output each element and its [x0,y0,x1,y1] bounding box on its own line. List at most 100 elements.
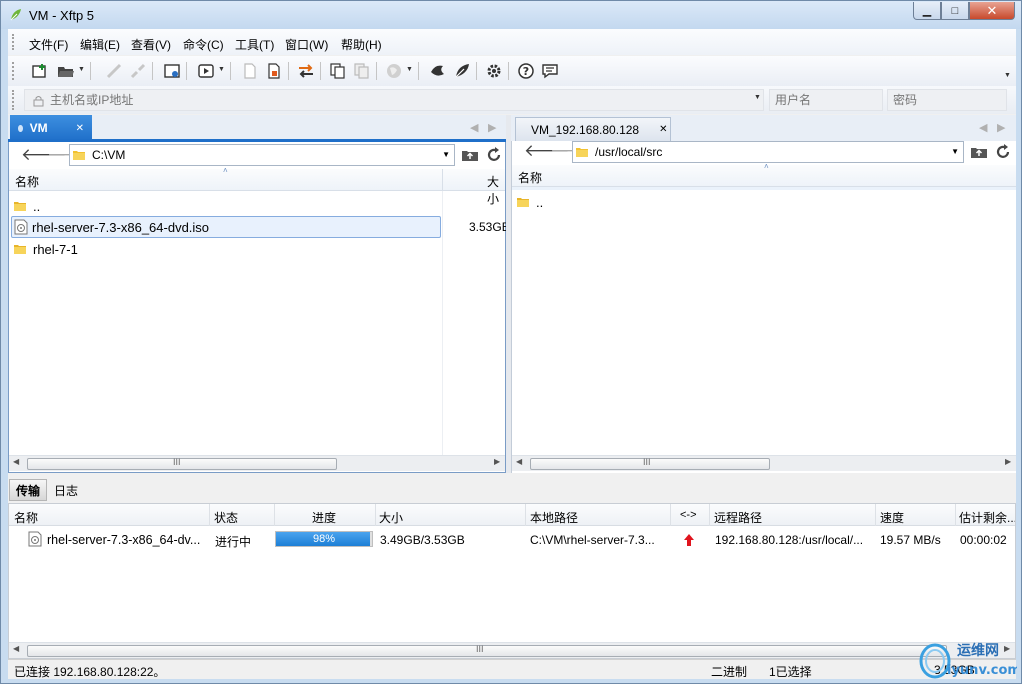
scroll-thumb[interactable]: III [530,457,770,470]
help-icon[interactable]: ? [516,61,536,81]
settings-gear-icon[interactable] [484,61,504,81]
properties-icon[interactable] [264,61,284,81]
column-divider[interactable] [274,504,275,526]
new-session-icon[interactable] [30,61,50,81]
xftp-new-icon[interactable] [452,61,472,81]
path-dropdown-icon[interactable]: ▼ [951,147,959,156]
menu-window[interactable]: 窗口(W) [285,36,328,53]
close-button[interactable]: ✕ [969,2,1015,20]
list-item[interactable]: .. [13,195,441,217]
parent-folder-icon[interactable] [970,143,988,161]
run-icon[interactable] [196,61,216,81]
scroll-left-icon[interactable]: ◀ [13,644,19,653]
session-properties-icon[interactable] [162,61,182,81]
feedback-chat-icon[interactable] [540,61,560,81]
username-input[interactable] [775,93,879,107]
list-item-selected[interactable]: rhel-server-7.3-x86_64-dvd.iso [11,216,441,238]
remote-path-field[interactable]: /usr/local/src ▼ [572,141,964,163]
password-input[interactable] [893,93,1003,107]
col-remote-path[interactable]: 远程路径 [714,509,762,526]
window-title: VM - Xftp 5 [29,8,95,23]
path-dropdown-icon[interactable]: ▼ [442,150,450,159]
remote-horizontal-scrollbar[interactable]: ◀ III ▶ [512,455,1016,471]
maximize-button[interactable]: □ [941,2,969,20]
tab-local-vm[interactable]: VM ✕ [10,115,92,141]
connect-icon [104,61,124,81]
column-name-header[interactable]: 名称 [518,169,542,186]
folder-icon [517,198,529,207]
refresh-icon[interactable] [485,146,503,164]
local-path-field[interactable]: C:\VM ▼ [69,144,455,166]
scroll-thumb[interactable]: III [27,457,337,470]
address-grip[interactable] [12,90,15,110]
col-name[interactable]: 名称 [14,509,38,526]
column-divider[interactable] [709,504,710,526]
col-speed[interactable]: 速度 [880,509,904,526]
menu-file[interactable]: 文件(F) [29,36,68,53]
column-name-header[interactable]: 名称 [15,173,39,190]
scroll-right-icon[interactable]: ▶ [494,457,500,466]
menu-tools[interactable]: 工具(T) [235,36,274,53]
scroll-thumb[interactable]: III [27,644,947,657]
toolbar-grip[interactable] [12,62,15,80]
menu-command[interactable]: 命令(C) [183,36,224,53]
menu-edit[interactable]: 编辑(E) [80,36,120,53]
transfer-mode[interactable]: 二进制 [711,663,747,680]
local-horizontal-scrollbar[interactable]: ◀ III ▶ [9,455,505,471]
refresh-icon[interactable] [994,143,1012,161]
sync-transfer-icon[interactable] [296,61,316,81]
tab-log[interactable]: 日志 [48,479,84,501]
column-divider[interactable] [375,504,376,526]
col-size[interactable]: 大小 [379,509,403,526]
tab-scroll-right-icon[interactable]: ▶ [488,121,496,134]
toolbar-separator [288,62,289,80]
minimize-button[interactable]: ▁ [913,2,941,20]
local-nav-bar: 🡐 🡒 C:\VM ▼ [9,142,505,168]
password-field[interactable] [887,89,1007,111]
close-tab-icon[interactable]: ✕ [659,124,667,135]
bottom-tab-strip: 传输 日志 [8,477,1016,503]
col-eta[interactable]: 估计剩余... [959,509,1015,526]
column-divider[interactable] [209,504,210,526]
run-dropdown-icon[interactable]: ▼ [218,66,225,73]
column-divider[interactable] [442,169,443,191]
sort-ascending-icon: ˄ [223,166,228,175]
col-direction[interactable]: <-> [680,509,697,521]
transfer-list: 名称 状态 进度 大小 本地路径 <-> 远程路径 速度 估计剩余... rhe… [8,503,1016,659]
host-field[interactable]: ▼ [24,89,764,111]
column-size-header[interactable]: 大小 [487,173,505,207]
tab-scroll-right-icon[interactable]: ▶ [997,121,1005,134]
toolbar-overflow-icon[interactable]: ▼ [1004,72,1011,79]
menu-grip[interactable] [12,34,15,50]
tab-transfer[interactable]: 传输 [9,479,48,501]
tab-remote-vm[interactable]: VM_192.168.80.128 ✕ [515,117,671,141]
open-folder-icon[interactable] [56,61,76,81]
column-divider[interactable] [525,504,526,526]
parent-folder-icon[interactable] [461,146,479,164]
col-local-path[interactable]: 本地路径 [530,509,578,526]
col-status[interactable]: 状态 [214,509,238,526]
host-dropdown-icon[interactable]: ▼ [754,94,761,101]
menu-view[interactable]: 查看(V) [131,36,171,53]
column-divider[interactable] [955,504,956,526]
scroll-left-icon[interactable]: ◀ [13,457,19,466]
username-field[interactable] [769,89,883,111]
tab-scroll-left-icon[interactable]: ◀ [470,121,478,134]
scroll-right-icon[interactable]: ▶ [1005,457,1011,466]
transfer-horizontal-scrollbar[interactable]: ◀ III ▶ [9,642,1015,658]
title-bar[interactable]: VM - Xftp 5 ▁ □ ✕ [1,1,1021,29]
scroll-left-icon[interactable]: ◀ [516,457,522,466]
column-divider[interactable] [670,504,671,526]
list-item[interactable]: .. [516,191,1012,213]
column-divider[interactable] [875,504,876,526]
open-dropdown-icon[interactable]: ▼ [78,66,85,73]
menu-help[interactable]: 帮助(H) [341,36,382,53]
xshell-icon[interactable] [428,61,448,81]
list-item[interactable]: rhel-7-1 [13,238,441,260]
tab-scroll-left-icon[interactable]: ◀ [979,121,987,134]
copy-icon[interactable] [328,61,348,81]
scroll-grip: III [643,457,651,467]
host-input[interactable] [50,93,740,107]
col-progress[interactable]: 进度 [312,509,336,526]
close-tab-icon[interactable]: ✕ [76,123,84,134]
